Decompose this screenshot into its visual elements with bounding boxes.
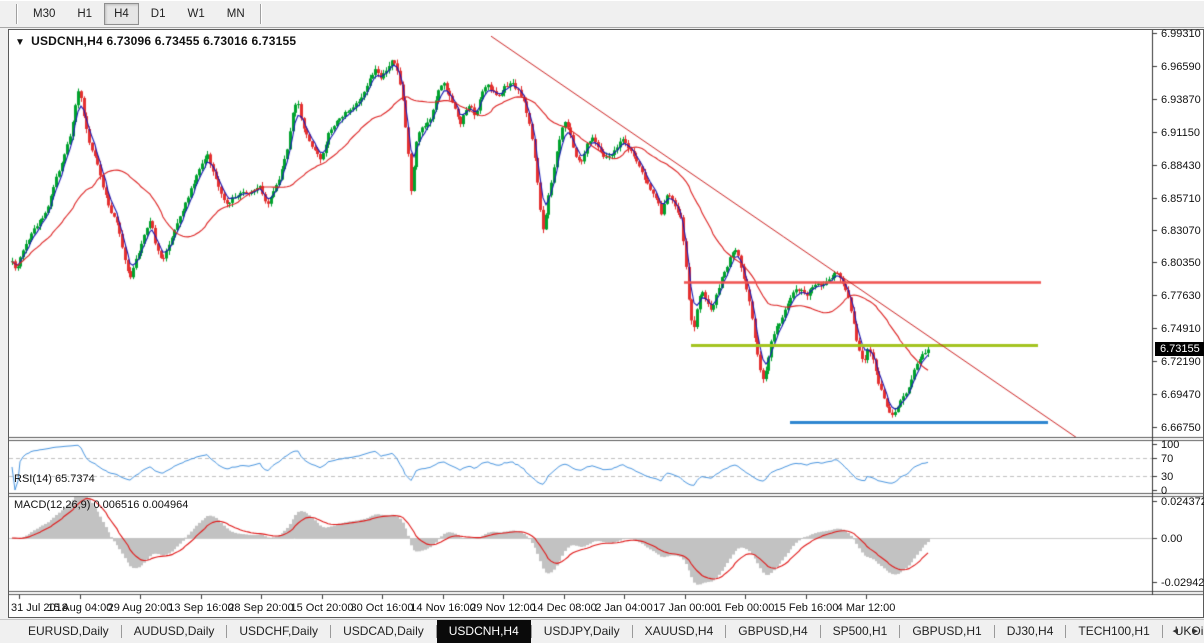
price-tick-label: 6.69470 <box>1161 389 1201 402</box>
macd-label: MACD(12,26,9) 0.006516 0.004964 <box>14 499 188 511</box>
rsi-scale-label: 0 <box>1161 485 1168 497</box>
rsi-scale-label: 30 <box>1161 471 1174 484</box>
price-tick-label: 6.93870 <box>1161 93 1201 106</box>
chart-header: ▼ USDCNH,H4 6.73096 6.73455 6.73016 6.731… <box>15 34 296 48</box>
chart-dropdown-icon[interactable]: ▼ <box>15 37 25 48</box>
toolbar-separator <box>16 4 18 24</box>
tab-usdcnh-h4[interactable]: USDCNH,H4 <box>436 620 531 643</box>
macd-scale-label: 0.024372 <box>1161 496 1204 509</box>
ohlc-close: 6.73155 <box>251 34 297 48</box>
price-tick-label: 6.72190 <box>1161 356 1201 369</box>
tab-scroll-right-icon[interactable]: ▸ <box>1192 624 1198 637</box>
price-tick-label: 6.66750 <box>1161 422 1201 434</box>
price-tick-label: 6.85710 <box>1161 192 1201 205</box>
tab-scroll-left-icon[interactable]: ◂ <box>1172 624 1178 637</box>
ohlc-low: 6.73016 <box>203 34 248 48</box>
price-tick-label: 6.96590 <box>1161 60 1201 73</box>
timeframe-button-w1[interactable]: W1 <box>177 3 214 25</box>
price-tick-label: 6.99310 <box>1161 28 1201 41</box>
timeframe-button-d1[interactable]: D1 <box>141 3 176 25</box>
price-chart-canvas[interactable] <box>9 30 1203 600</box>
price-tick-label: 6.91150 <box>1161 126 1200 139</box>
tab-sp500-h1[interactable]: SP500,H1 <box>821 620 900 643</box>
chart-window: ▼ USDCNH,H4 6.73096 6.73455 6.73016 6.731… <box>8 28 1204 618</box>
timeframe-button-h4[interactable]: H4 <box>104 3 139 25</box>
tab-usdchf-daily[interactable]: USDCHF,Daily <box>227 620 330 643</box>
price-tick-label: 6.83070 <box>1161 224 1201 237</box>
tab-gbpusd-h1[interactable]: GBPUSD,H1 <box>900 620 993 643</box>
tab-audusd-daily[interactable]: AUDUSD,Daily <box>122 620 227 643</box>
rsi-value: 65.7374 <box>54 473 95 485</box>
macd-main-value: 0.006516 <box>93 499 140 511</box>
price-tick-label: 6.74910 <box>1161 323 1201 336</box>
price-tick-label: 6.80350 <box>1161 257 1201 270</box>
timeframe-toolbar: M30 H1 H4 D1 W1 MN <box>0 0 1204 28</box>
chart-symbol-label: USDCNH,H4 <box>31 34 103 48</box>
tab-usdjpy-daily[interactable]: USDJPY,Daily <box>532 620 632 643</box>
macd-name: MACD(12,26,9) <box>14 499 91 511</box>
rsi-label: RSI(14) 65.7374 <box>14 473 95 485</box>
tab-eurusd-daily[interactable]: EURUSD,Daily <box>16 620 121 643</box>
macd-scale-label: 0.00 <box>1161 533 1183 545</box>
tab-tech100-h1[interactable]: TECH100,H1 <box>1066 620 1161 643</box>
tab-usdcad-daily[interactable]: USDCAD,Daily <box>331 620 436 643</box>
date-tick-label: 4 Mar 12:00 <box>836 602 896 614</box>
macd-scale-label: -0.029423 <box>1161 577 1204 590</box>
timeframe-button-m30[interactable]: M30 <box>23 3 65 25</box>
rsi-scale-label: 70 <box>1161 452 1174 465</box>
ohlc-high: 6.73455 <box>154 34 200 48</box>
rsi-name: RSI(14) <box>14 473 52 485</box>
tab-dj30-h4[interactable]: DJ30,H4 <box>995 620 1066 643</box>
timeframe-button-mn[interactable]: MN <box>217 3 255 25</box>
tab-gbpusd-h4[interactable]: GBPUSD,H4 <box>726 620 819 643</box>
tab-xauusd-h4[interactable]: XAUUSD,H4 <box>633 620 726 643</box>
macd-signal-value: 0.004964 <box>142 499 189 511</box>
toolbar-separator <box>259 4 262 24</box>
rsi-scale-label: 100 <box>1161 439 1180 451</box>
symbol-tabbar: EURUSD,Daily AUDUSD,Daily USDCHF,Daily USDC… <box>0 619 1204 643</box>
ohlc-open: 6.73096 <box>106 34 152 48</box>
price-tick-label: 6.77630 <box>1161 290 1201 303</box>
timeframe-button-h1[interactable]: H1 <box>67 3 102 25</box>
price-tick-label: 6.88430 <box>1161 159 1201 172</box>
current-price-box: 6.73155 <box>1155 342 1204 357</box>
